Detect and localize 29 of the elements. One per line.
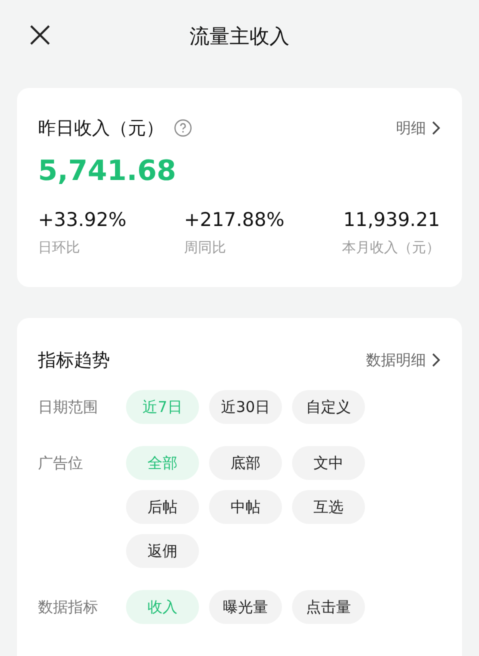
filter-chip[interactable]: 返佣	[126, 534, 199, 568]
stat-value: 11,939.21	[343, 209, 440, 231]
filter-chip[interactable]: 近30日	[209, 390, 282, 424]
filter-chip[interactable]: 曝光量	[209, 590, 282, 624]
filter-chip[interactable]: 底部	[209, 446, 282, 480]
stat-label: 周同比	[184, 239, 227, 257]
filter-label: 日期范围	[38, 397, 99, 418]
page-title: 流量主收入	[190, 22, 290, 50]
filter-chip[interactable]: 自定义	[292, 390, 365, 424]
filter-chip[interactable]: 点击量	[292, 590, 365, 624]
chevron-right-icon	[432, 121, 440, 135]
close-icon	[29, 24, 51, 46]
filter-chip[interactable]: 中帖	[209, 490, 282, 524]
help-icon[interactable]	[174, 119, 192, 137]
section-title: 指标趋势	[38, 349, 110, 372]
data-detail-link[interactable]: 数据明细	[366, 350, 440, 370]
filter-chip[interactable]: 文中	[292, 446, 365, 480]
detail-link[interactable]: 明细	[396, 118, 440, 138]
chevron-right-icon	[432, 353, 440, 367]
stat-label: 日环比	[38, 239, 81, 257]
stat-label: 本月收入（元）	[342, 239, 440, 257]
filter-chip[interactable]: 后帖	[126, 490, 199, 524]
income-amount: 5,741.68	[38, 154, 178, 187]
stat-value: +217.88%	[184, 209, 284, 231]
filter-label: 广告位	[38, 453, 84, 474]
filter-chip[interactable]: 互选	[292, 490, 365, 524]
stat-value: +33.92%	[38, 209, 126, 231]
filter-label: 数据指标	[38, 597, 99, 618]
card-title: 昨日收入（元）	[38, 117, 164, 140]
